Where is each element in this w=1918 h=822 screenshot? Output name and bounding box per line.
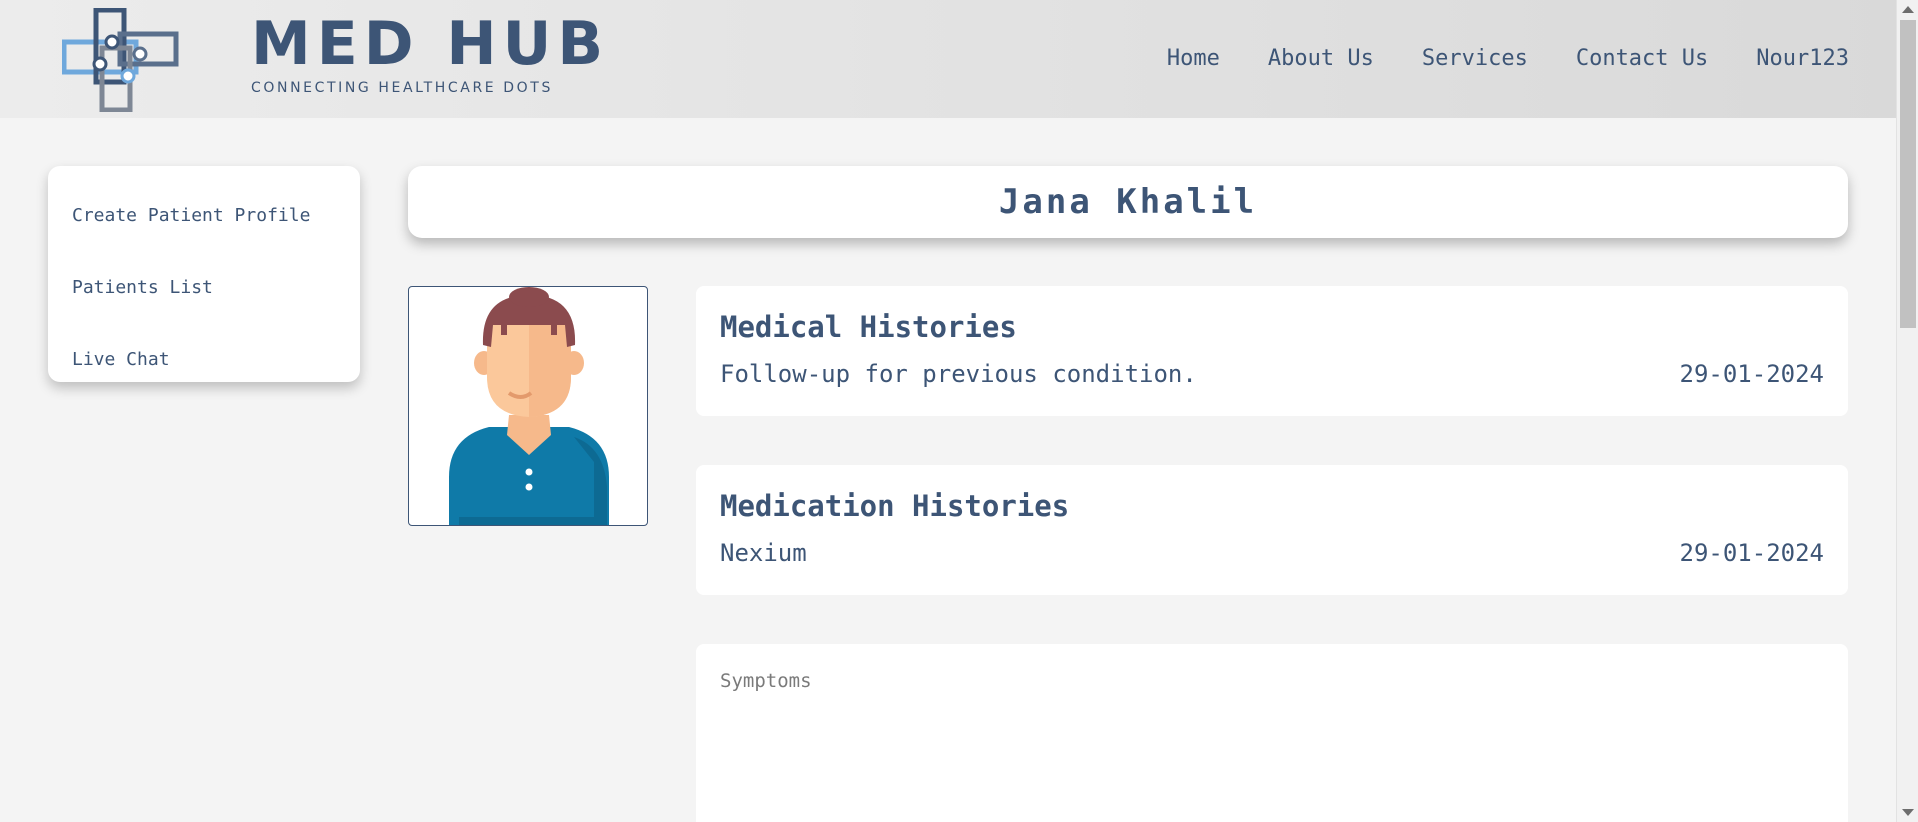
brand-tagline: CONNECTING HEALTHCARE DOTS [251,80,553,96]
scroll-down-arrow-icon[interactable] [1902,809,1914,816]
patient-avatar [408,286,648,526]
scroll-up-arrow-icon[interactable] [1902,6,1914,13]
sidebar: Create Patient Profile Patients List Liv… [48,166,360,382]
medication-histories-title: Medication Histories [720,489,1070,523]
medical-history-row: Follow-up for previous condition. 29-01-… [720,360,1824,388]
patient-name: Jana Khalil [998,182,1258,222]
brand: MED HUB CONNECTING HEALTHCARE DOTS [251,14,609,96]
nav-contact-us[interactable]: Contact Us [1576,46,1708,71]
brand-name: MED HUB [251,9,610,79]
nav-about-us[interactable]: About Us [1268,46,1374,71]
sidebar-item-create-patient-profile[interactable]: Create Patient Profile [48,180,360,252]
medication-history-row: Nexium 29-01-2024 [720,539,1824,567]
page-scrollbar[interactable] [1896,0,1918,822]
sidebar-item-patients-list[interactable]: Patients List [48,252,360,324]
medication-histories-card: Medication Histories Nexium 29-01-2024 [696,465,1848,595]
scrollbar-thumb[interactable] [1900,20,1916,328]
med-hub-logo-icon[interactable] [62,8,180,112]
nav-services[interactable]: Services [1422,46,1528,71]
person-avatar-icon [449,287,609,525]
medical-histories-card: Medical Histories Follow-up for previous… [696,286,1848,416]
nav-user-account[interactable]: Nour123 [1756,46,1849,71]
nav-home[interactable]: Home [1167,46,1220,71]
main-nav: Home About Us Services Contact Us Nour12… [1167,46,1849,71]
medical-history-entry: Follow-up for previous condition. [720,360,1197,388]
medical-histories-title: Medical Histories [720,310,1017,344]
sidebar-item-live-chat[interactable]: Live Chat [48,324,360,396]
medication-history-date: 29-01-2024 [1679,539,1825,567]
medication-history-entry: Nexium [720,539,807,567]
symptoms-input[interactable] [696,644,1848,822]
patient-name-card: Jana Khalil [408,166,1848,238]
medical-history-date: 29-01-2024 [1679,360,1825,388]
site-header: MED HUB CONNECTING HEALTHCARE DOTS Home … [0,0,1896,118]
